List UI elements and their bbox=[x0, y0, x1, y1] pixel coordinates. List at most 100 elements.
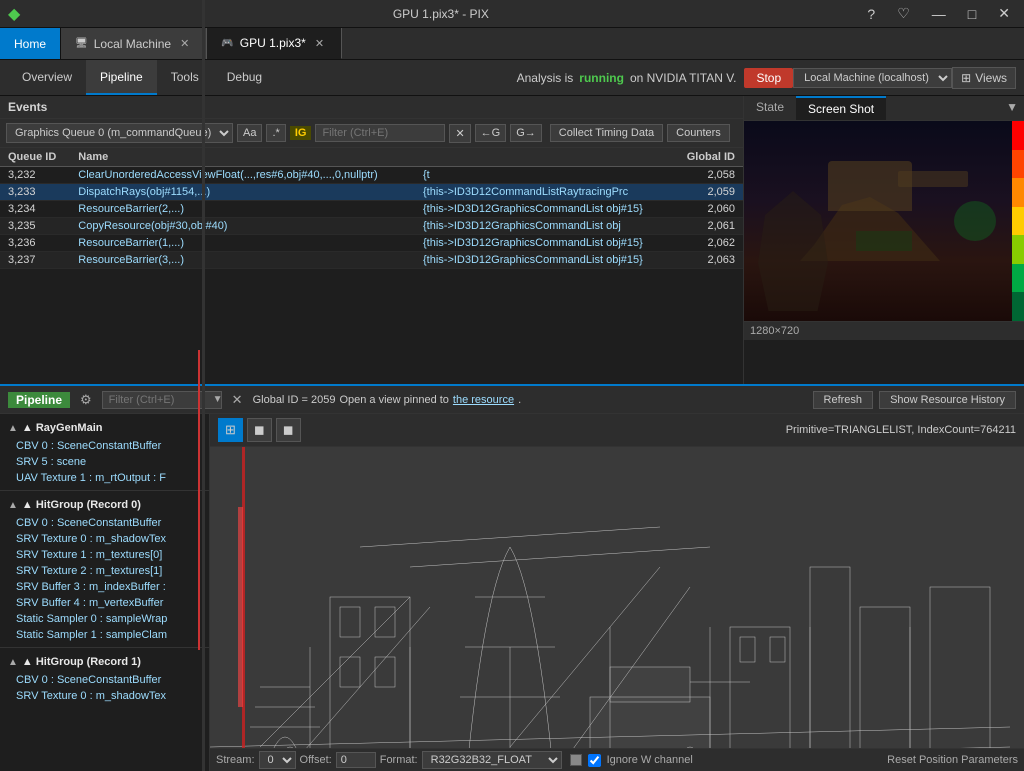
arrow-left-btn[interactable]: ←G bbox=[475, 124, 507, 142]
filter-clear-btn[interactable]: ✕ bbox=[449, 124, 470, 143]
local-machine-icon: 🖥 bbox=[75, 38, 88, 49]
refresh-button[interactable]: Refresh bbox=[813, 391, 874, 409]
cell-queue-id: 3,235 bbox=[0, 218, 70, 235]
list-item[interactable]: SRV Texture 0 : m_shadowTex bbox=[0, 531, 209, 547]
cell-name: ResourceBarrier(2,...) bbox=[70, 201, 415, 218]
table-row[interactable]: 3,232 ClearUnorderedAccessViewFloat(...,… bbox=[0, 167, 743, 184]
running-status: running bbox=[579, 71, 624, 85]
regex-btn[interactable]: .* bbox=[266, 124, 285, 142]
solid-tool-btn[interactable]: ◼ bbox=[276, 418, 301, 442]
stream-selector[interactable]: 0 bbox=[259, 751, 296, 769]
wireframe-tool-btn[interactable]: ◼ bbox=[247, 418, 272, 442]
cell-queue-id: 3,233 bbox=[0, 184, 70, 201]
close-button[interactable]: ✕ bbox=[992, 3, 1016, 24]
list-item[interactable]: CBV 0 : SceneConstantBuffer bbox=[0, 438, 209, 454]
table-row[interactable]: 3,234 ResourceBarrier(2,...) {this->ID3D… bbox=[0, 201, 743, 218]
collect-timing-btn[interactable]: Collect Timing Data bbox=[550, 124, 663, 142]
cell-extra: {this->ID3D12GraphicsCommandList obj#15} bbox=[415, 235, 673, 252]
format-label: Format: bbox=[380, 754, 418, 766]
pipeline-body: ▲ ▲ RayGenMain CBV 0 : SceneConstantBuff… bbox=[0, 414, 1024, 771]
screenshot-resolution: 1280×720 bbox=[744, 321, 1024, 340]
reset-params-button[interactable]: Reset Position Parameters bbox=[887, 754, 1018, 766]
tab-screenshot-label: Screen Shot bbox=[808, 102, 874, 116]
local-machine-tab[interactable]: 🖥 Local Machine ✕ bbox=[61, 28, 207, 59]
list-item[interactable]: SRV Texture 1 : m_textures[0] bbox=[0, 547, 209, 563]
offset-label: Offset: bbox=[300, 754, 332, 766]
pipeline-label: Pipeline bbox=[8, 392, 70, 408]
queue-selector[interactable]: Graphics Queue 0 (m_commandQueue) bbox=[6, 123, 233, 143]
tab-overview[interactable]: Overview bbox=[8, 60, 86, 95]
tab-debug[interactable]: Debug bbox=[213, 60, 276, 95]
cell-global-id: 2,062 bbox=[673, 235, 743, 252]
list-item[interactable]: SRV Buffer 4 : m_vertexBuffer bbox=[0, 595, 209, 611]
arrow-right-btn[interactable]: G→ bbox=[510, 124, 542, 142]
list-item[interactable]: SRV 5 : scene bbox=[0, 454, 209, 470]
cell-extra: {this->ID3D12GraphicsCommandList obj bbox=[415, 218, 673, 235]
case-sensitive-btn[interactable]: Aa bbox=[237, 124, 262, 142]
resource-link[interactable]: the resource bbox=[453, 394, 514, 406]
cell-queue-id: 3,234 bbox=[0, 201, 70, 218]
table-row[interactable]: 3,237 ResourceBarrier(3,...) {this->ID3D… bbox=[0, 252, 743, 269]
tab-state-label: State bbox=[756, 100, 784, 114]
home-tab[interactable]: Home bbox=[0, 28, 61, 59]
tab-state[interactable]: State bbox=[744, 96, 796, 120]
cell-global-id: 2,061 bbox=[673, 218, 743, 235]
cell-extra: {t bbox=[415, 167, 673, 184]
events-title: Events bbox=[8, 100, 47, 114]
top-panel: Events Graphics Queue 0 (m_commandQueue)… bbox=[0, 96, 1024, 386]
pipeline-filter-clear-btn[interactable]: ✕ bbox=[228, 392, 247, 408]
machine-selector[interactable]: Local Machine (localhost) bbox=[793, 68, 952, 88]
counters-btn[interactable]: Counters bbox=[667, 124, 730, 142]
views-button[interactable]: ⊞ Views bbox=[952, 67, 1016, 89]
analysis-text: Analysis is bbox=[517, 71, 574, 85]
filter-dropdown-icon: ▼ bbox=[213, 394, 223, 405]
local-machine-tab-close[interactable]: ✕ bbox=[177, 36, 192, 51]
gpu-tab-close[interactable]: ✕ bbox=[312, 36, 327, 51]
list-item[interactable]: CBV 0 : SceneConstantBuffer bbox=[0, 515, 209, 531]
select-tool-btn[interactable]: ⊞ bbox=[218, 418, 243, 442]
offset-input[interactable] bbox=[336, 752, 376, 768]
list-item[interactable]: CBV 0 : SceneConstantBuffer bbox=[0, 672, 209, 688]
cell-extra: {this->ID3D12CommandListRaytracingPrc bbox=[415, 184, 673, 201]
section-hitgroup0[interactable]: ▲ ▲ HitGroup (Record 0) bbox=[0, 495, 209, 515]
format-selector[interactable]: R32G32B32_FLOAT bbox=[422, 751, 562, 769]
list-item[interactable]: SRV Buffer 3 : m_indexBuffer : bbox=[0, 579, 209, 595]
help-button[interactable]: ? bbox=[861, 3, 881, 24]
section-hitgroup1[interactable]: ▲ ▲ HitGroup (Record 1) bbox=[0, 652, 209, 672]
gpu-tab-icon: 🎮 bbox=[221, 38, 233, 49]
title-bar-controls: ? ♡ — □ ✕ bbox=[861, 3, 1016, 24]
list-item[interactable]: UAV Texture 1 : m_rtOutput : F bbox=[0, 470, 209, 486]
cell-global-id: 2,063 bbox=[673, 252, 743, 269]
section-hitgroup1-label: ▲ HitGroup (Record 1) bbox=[22, 656, 141, 668]
table-row[interactable]: 3,235 CopyResource(obj#30,obj#40) {this-… bbox=[0, 218, 743, 235]
list-item[interactable]: Static Sampler 1 : sampleClam bbox=[0, 627, 209, 643]
viewport-canvas[interactable] bbox=[210, 447, 1024, 748]
color-swatch bbox=[570, 754, 582, 766]
wireframe-svg bbox=[210, 447, 1024, 748]
maximize-button[interactable]: □ bbox=[962, 3, 982, 24]
gpu-tab[interactable]: 🎮 GPU 1.pix3* ✕ bbox=[207, 28, 342, 59]
pipeline-settings-btn[interactable]: ⚙ bbox=[76, 392, 96, 408]
tab-pipeline[interactable]: Pipeline bbox=[86, 60, 157, 95]
table-row[interactable]: 3,233 DispatchRays(obj#1154,...) {this->… bbox=[0, 184, 743, 201]
pipeline-filter-input[interactable] bbox=[109, 394, 209, 406]
stop-button[interactable]: Stop bbox=[744, 68, 793, 88]
show-history-button[interactable]: Show Resource History bbox=[879, 391, 1016, 409]
list-item[interactable]: SRV Texture 0 : m_shadowTex bbox=[0, 688, 209, 704]
table-row[interactable]: 3,236 ResourceBarrier(1,...) {this->ID3D… bbox=[0, 235, 743, 252]
cell-name: DispatchRays(obj#1154,...) bbox=[70, 184, 415, 201]
favorite-button[interactable]: ♡ bbox=[891, 3, 916, 24]
collapse-icon: ▲ bbox=[8, 500, 18, 511]
tab-screenshot[interactable]: Screen Shot bbox=[796, 96, 886, 120]
list-item[interactable]: Static Sampler 0 : sampleWrap bbox=[0, 611, 209, 627]
ignore-w-checkbox[interactable] bbox=[588, 754, 601, 767]
section-raygenmain[interactable]: ▲ ▲ RayGenMain bbox=[0, 418, 209, 438]
divider bbox=[0, 647, 209, 648]
minimize-button[interactable]: — bbox=[926, 3, 952, 24]
title-bar: ◆ GPU 1.pix3* - PIX ? ♡ — □ ✕ bbox=[0, 0, 1024, 28]
screenshot-dropdown-btn[interactable]: ▼ bbox=[1000, 96, 1024, 120]
list-item[interactable]: SRV Texture 2 : m_textures[1] bbox=[0, 563, 209, 579]
cell-global-id: 2,059 bbox=[673, 184, 743, 201]
events-filter-input[interactable] bbox=[315, 124, 445, 142]
tab-pipeline-label: Pipeline bbox=[100, 70, 143, 84]
